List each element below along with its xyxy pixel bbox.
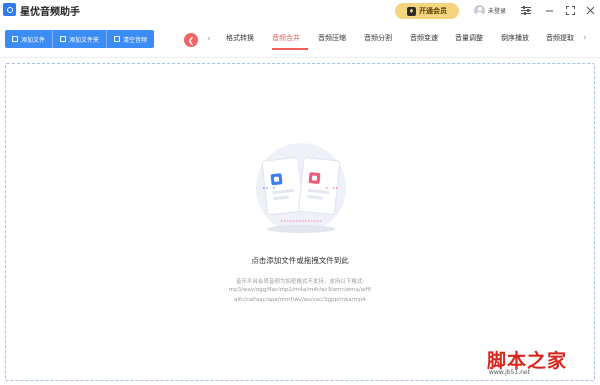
tabs-prev-icon[interactable]: ‹ — [207, 34, 211, 44]
active-tab-indicator — [272, 48, 308, 50]
vip-button[interactable]: ♦ 开通会员 — [395, 3, 459, 19]
tab-audio-compress[interactable]: 音频压缩 — [318, 33, 346, 43]
add-folder-label: 添加文件夹 — [69, 36, 100, 44]
file-transfer-illustration-icon — [256, 143, 346, 233]
clear-list-button[interactable]: 清空音频 — [107, 30, 154, 48]
login-status[interactable]: 未登录 — [488, 6, 506, 15]
close-icon[interactable] — [583, 3, 597, 17]
app-logo-icon — [3, 3, 16, 16]
crown-icon: ♦ — [407, 6, 416, 16]
title-bar: 星优音频助手 ♦ 开通会员 未登录 — [0, 0, 600, 22]
clear-list-label: 清空音频 — [123, 36, 148, 44]
drop-zone-hint-line-1: 音乐平台会员音频为加密格式不支持，支持以下格式: — [235, 279, 365, 285]
add-folder-button[interactable]: 添加文件夹 — [53, 30, 108, 48]
trash-icon — [114, 36, 121, 42]
tab-volume-adjust[interactable]: 音量调整 — [455, 33, 483, 43]
maximize-icon[interactable] — [563, 3, 577, 17]
vip-button-label: 开通会员 — [419, 7, 447, 15]
tab-format-convert[interactable]: 格式转换 — [226, 33, 254, 43]
back-arrow-icon[interactable]: ❮ — [184, 33, 198, 47]
drop-zone-hint-line-2: mp3/wav/ogg/flac/mp2/m4a/m4r/ac3/amr/wma… — [228, 287, 372, 293]
site-watermark: 脚本之家 www.jb51.net — [487, 346, 593, 380]
tabs-next-icon[interactable]: › — [583, 33, 587, 43]
drop-zone-title: 点击添加文件或拖拽文件到此 — [251, 256, 349, 265]
file-icon — [12, 36, 18, 42]
add-file-label: 添加文件 — [21, 36, 46, 44]
minimize-icon[interactable] — [542, 3, 556, 17]
toolbar: 添加文件 添加文件夹 清空音频 ❮ ‹ 格式转换 音频合并 音频压缩 音频分割 … — [0, 22, 600, 58]
drop-zone-hint-line-3: aifc/caf/aac/ape/mmf/wv/au/voc/3gpp/mka/… — [234, 297, 366, 303]
avatar[interactable] — [474, 5, 485, 16]
tab-audio-merge[interactable]: 音频合并 — [272, 33, 300, 43]
add-file-button[interactable]: 添加文件 — [5, 30, 54, 48]
tab-audio-extract[interactable]: 音频提取 — [546, 33, 574, 43]
tab-reverse-play[interactable]: 倒序播放 — [501, 33, 529, 43]
file-button-group: 添加文件 添加文件夹 清空音频 — [5, 30, 155, 48]
app-title: 星优音频助手 — [20, 7, 80, 18]
watermark-url: www.jb51.net — [489, 369, 530, 376]
tab-audio-split[interactable]: 音频分割 — [364, 33, 392, 43]
settings-icon[interactable] — [519, 3, 533, 17]
tab-audio-speed[interactable]: 音频变速 — [410, 33, 438, 43]
folder-icon — [60, 36, 67, 42]
